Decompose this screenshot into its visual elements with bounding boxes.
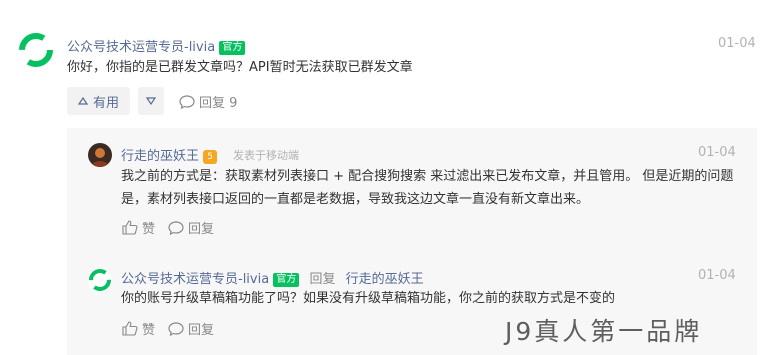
comment-bubble-icon — [168, 321, 184, 336]
reply-author[interactable]: 行走的巫妖王 5 — [121, 145, 218, 164]
upvote-button[interactable]: 有用 — [67, 87, 130, 115]
reply-count-label: 回复 9 — [199, 96, 238, 111]
reply-label: 回复 — [188, 222, 215, 237]
watermark: J9真人第一品牌 — [505, 317, 703, 346]
author-name-text[interactable]: 公众号技术运营专员-livia — [67, 40, 215, 55]
author-avatar[interactable] — [18, 32, 54, 68]
thumbs-down-icon — [146, 97, 156, 105]
level-badge: 5 — [203, 149, 218, 164]
reply-label: 回复 — [188, 323, 215, 338]
official-badge: 官方 — [273, 272, 300, 287]
comment-date: 01-04 — [718, 36, 756, 51]
like-label: 赞 — [142, 323, 156, 338]
comment-text: 你好，你指的是已群发文章吗？API暂时无法获取已群发文章 — [67, 60, 413, 75]
user-avatar-icon[interactable] — [88, 143, 112, 167]
like-button[interactable]: 赞 — [122, 319, 155, 338]
reply-text: 我之前的方式是：获取素材列表接口 + 配合搜狗搜索 来过滤出来已发布文章，并且管… — [121, 169, 734, 207]
thumbs-up-icon — [77, 97, 88, 105]
reply-button[interactable]: 回复 — [168, 319, 214, 338]
reply-text: 你的账号升级草稿箱功能了吗？如果没有升级草稿箱功能，你之前的获取方式是不变的 — [121, 291, 616, 306]
reply-to-word: 回复 — [309, 272, 336, 287]
comment-bubble-icon — [168, 220, 184, 235]
reply-author-name[interactable]: 行走的巫妖王 — [121, 149, 199, 164]
author-name[interactable]: 公众号技术运营专员-livia 官方 — [67, 36, 246, 55]
reply-button[interactable]: 回复 — [168, 218, 214, 237]
wechat-logo-icon — [89, 269, 111, 291]
comment-bubble-icon — [179, 94, 195, 109]
reply-date: 01-04 — [698, 145, 736, 160]
like-label: 赞 — [142, 222, 156, 237]
reply-date: 01-04 — [698, 268, 736, 283]
post-source: 发表于移动端 — [233, 149, 299, 162]
official-badge: 官方 — [219, 40, 246, 55]
thumbs-up-icon — [122, 321, 138, 336]
downvote-button[interactable] — [138, 87, 164, 115]
author-avatar[interactable] — [88, 268, 112, 292]
avatar-image — [91, 148, 109, 167]
upvote-label: 有用 — [92, 95, 119, 111]
reply-author[interactable]: 公众号技术运营专员-livia 官方 回复 行走的巫妖王 — [121, 268, 424, 287]
wechat-logo-icon — [19, 33, 53, 67]
reply-to-user[interactable]: 行走的巫妖王 — [346, 272, 424, 287]
like-button[interactable]: 赞 — [122, 218, 155, 237]
reply-author-name[interactable]: 公众号技术运营专员-livia — [121, 272, 269, 287]
thumbs-up-icon — [122, 220, 138, 235]
reply-button[interactable]: 回复 9 — [179, 92, 237, 111]
